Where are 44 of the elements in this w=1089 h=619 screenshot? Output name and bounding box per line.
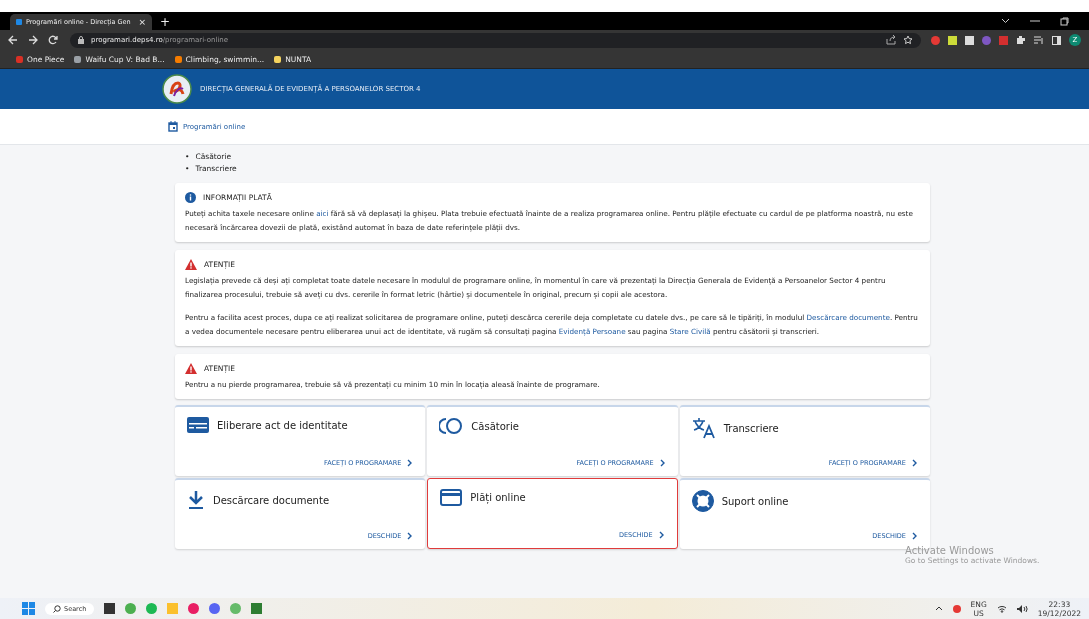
star-icon[interactable] [903,35,913,45]
lock-icon [78,36,84,44]
card-title: Plăți online [470,492,526,503]
side-panel-icon[interactable] [1052,35,1061,45]
new-tab-button[interactable]: + [160,14,171,30]
chevron-right-icon [407,459,414,467]
chevron-right-icon [407,532,414,540]
search-icon [53,604,61,613]
card-title: Transcriere [723,422,779,434]
chevron-up-icon[interactable] [934,606,943,611]
forward-icon[interactable] [28,35,38,45]
wifi-icon[interactable] [996,604,1007,613]
warning-icon [185,363,197,374]
calendar-icon [168,121,178,132]
close-tab-button[interactable]: × [138,17,146,27]
credit-card-icon [440,489,463,506]
download-icon [187,490,205,510]
share-icon[interactable] [886,35,896,45]
lifebuoy-icon [691,490,714,512]
card-title: Căsătorie [471,420,519,432]
warning-icon [185,259,197,270]
id-card-icon [187,417,209,433]
tray-app-icon[interactable] [952,604,961,613]
chevron-right-icon [912,459,918,467]
rings-icon [439,417,464,435]
chevron-right-icon [659,459,666,467]
speaker-icon[interactable] [1016,604,1028,613]
playlist-icon[interactable] [1034,35,1044,45]
taskbar-app-icon[interactable] [104,603,116,614]
puzzle-icon[interactable] [1016,35,1026,45]
restore-icon[interactable] [1060,16,1069,26]
card-title: Suport online [721,495,789,507]
start-icon[interactable] [22,602,35,615]
back-icon[interactable] [8,35,18,45]
translate-icon [691,417,716,439]
emblem-logo [162,74,192,104]
info-icon [185,192,196,203]
card-title: Descărcare documente [213,494,330,506]
chevron-down-icon[interactable] [1001,18,1010,24]
card-title: Eliberare act de identitate [217,419,348,431]
chevron-right-icon [658,531,665,539]
reload-icon[interactable] [48,35,58,45]
chevron-right-icon [912,532,918,540]
site-favicon-icon [16,19,22,25]
